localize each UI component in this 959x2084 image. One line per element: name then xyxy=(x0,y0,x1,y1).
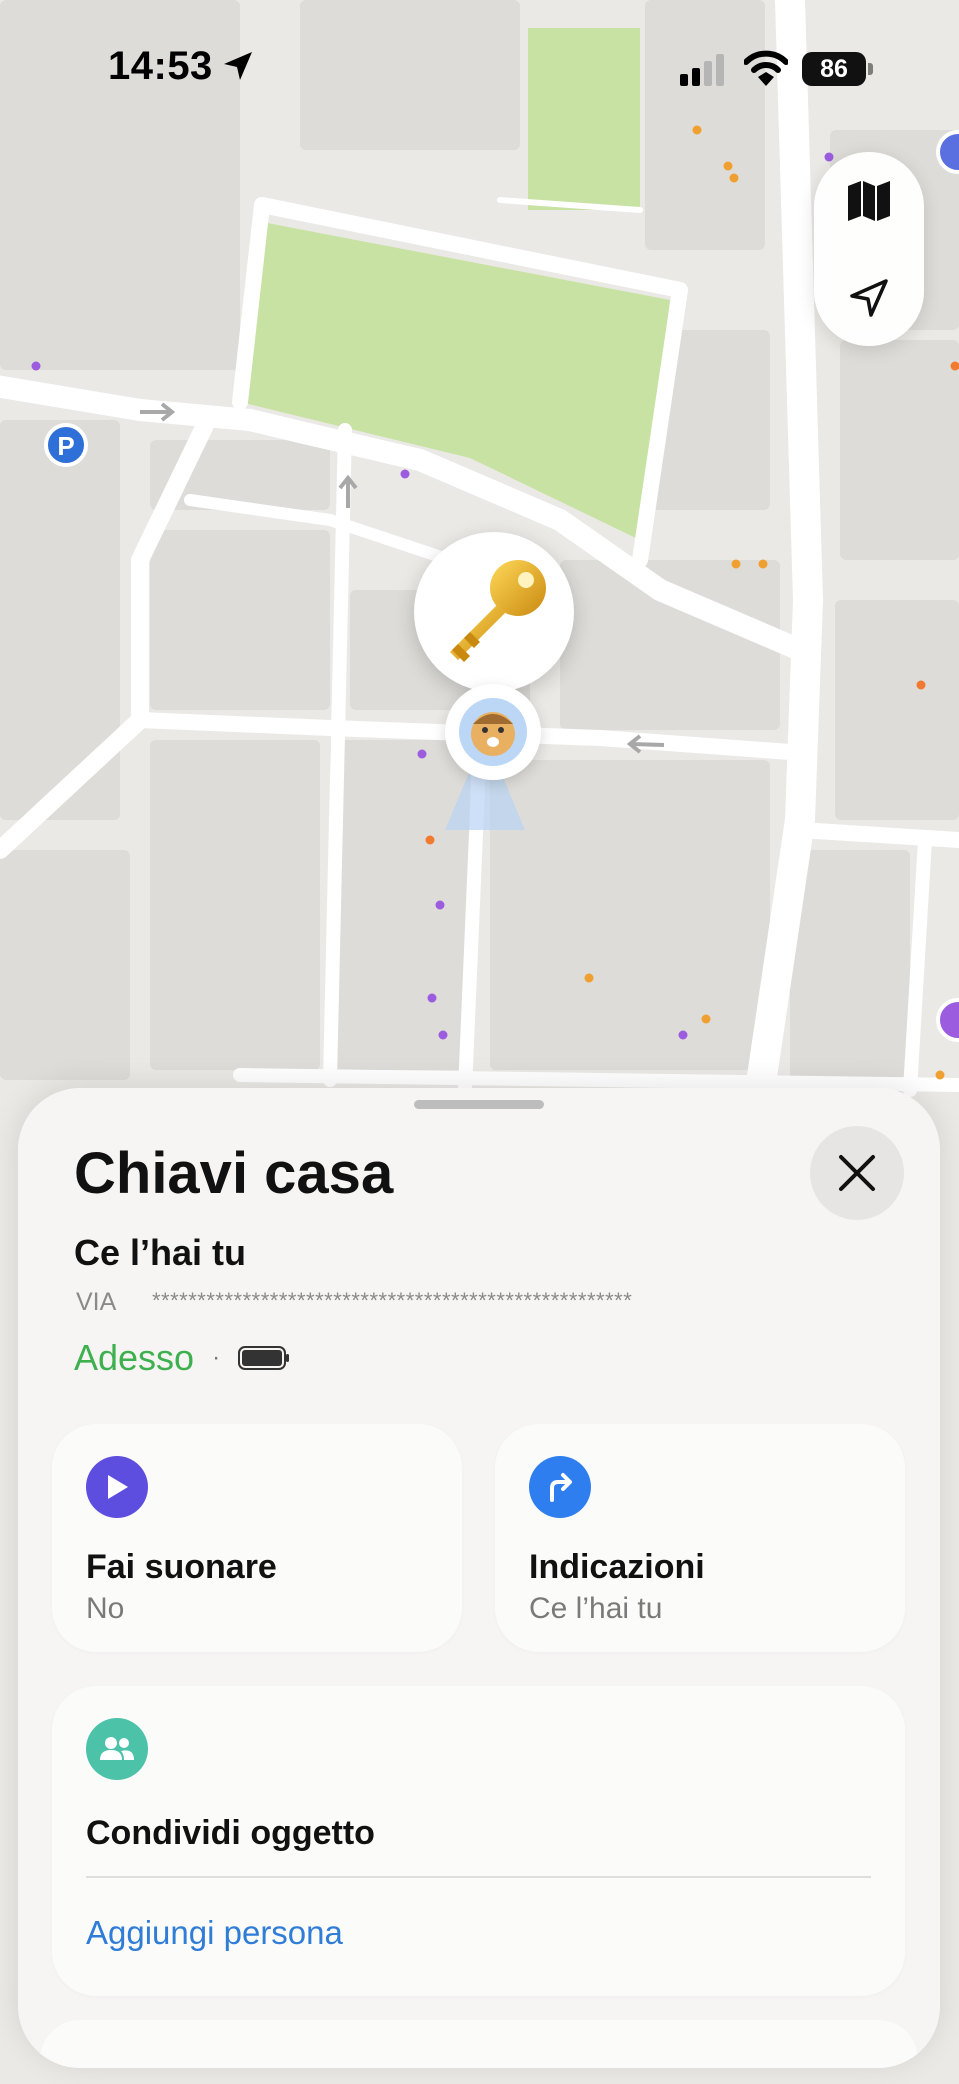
item-pin[interactable] xyxy=(414,532,574,692)
item-battery-icon xyxy=(238,1346,290,1370)
address-masked: ****************************************… xyxy=(152,1288,633,1313)
updated-time: Adesso xyxy=(74,1337,195,1378)
location-arrow-icon xyxy=(850,278,888,317)
directions-card[interactable]: Indicazioni Ce l’hai tu xyxy=(495,1424,905,1652)
battery-level: 86 xyxy=(802,52,866,86)
svg-text:P: P xyxy=(57,431,74,461)
share-badge xyxy=(86,1718,148,1780)
wifi-icon xyxy=(744,50,788,86)
share-divider xyxy=(86,1876,871,1878)
update-row: Adesso · xyxy=(74,1336,290,1380)
item-status: Ce l’hai tu xyxy=(74,1232,247,1273)
next-card-peek xyxy=(40,2020,918,2068)
play-sound-card[interactable]: Fai suonare No xyxy=(52,1424,462,1652)
directions-badge xyxy=(529,1456,591,1518)
map-controls xyxy=(814,152,924,346)
add-person-link[interactable]: Aggiungi persona xyxy=(86,1914,343,1952)
people-icon xyxy=(100,1737,134,1760)
cellular-signal-icon xyxy=(680,54,724,86)
share-item-title: Condividi oggetto xyxy=(86,1814,375,1852)
sheet-grabber[interactable] xyxy=(414,1100,544,1109)
battery-indicator: 86 xyxy=(802,52,874,86)
status-bar: 14:53 86 xyxy=(0,0,959,140)
close-icon xyxy=(839,1155,875,1191)
directions-title: Indicazioni xyxy=(529,1548,705,1586)
turn-right-arrow-icon xyxy=(550,1473,572,1502)
status-time: 14:53 xyxy=(108,44,213,88)
play-button-badge xyxy=(86,1456,148,1518)
share-item-card: Condividi oggetto Aggiungi persona xyxy=(52,1686,905,1996)
play-sound-subtitle: No xyxy=(86,1592,125,1625)
play-sound-title: Fai suonare xyxy=(86,1548,277,1586)
close-button[interactable] xyxy=(810,1126,904,1220)
play-icon xyxy=(108,1475,128,1499)
map-mode-icon xyxy=(848,180,890,221)
current-location-button[interactable] xyxy=(814,249,924,346)
memoji-avatar-icon xyxy=(471,712,515,756)
item-detail-sheet: Chiavi casa Ce l’hai tu VIA ************… xyxy=(18,1088,940,2068)
address-prefix: VIA xyxy=(76,1288,117,1316)
user-location-marker[interactable] xyxy=(445,684,541,780)
key-icon xyxy=(450,560,546,662)
location-services-icon xyxy=(224,52,252,80)
separator: · xyxy=(212,1344,221,1371)
item-title: Chiavi casa xyxy=(74,1141,394,1206)
directions-subtitle: Ce l’hai tu xyxy=(529,1592,663,1625)
map-mode-button[interactable] xyxy=(814,152,924,249)
